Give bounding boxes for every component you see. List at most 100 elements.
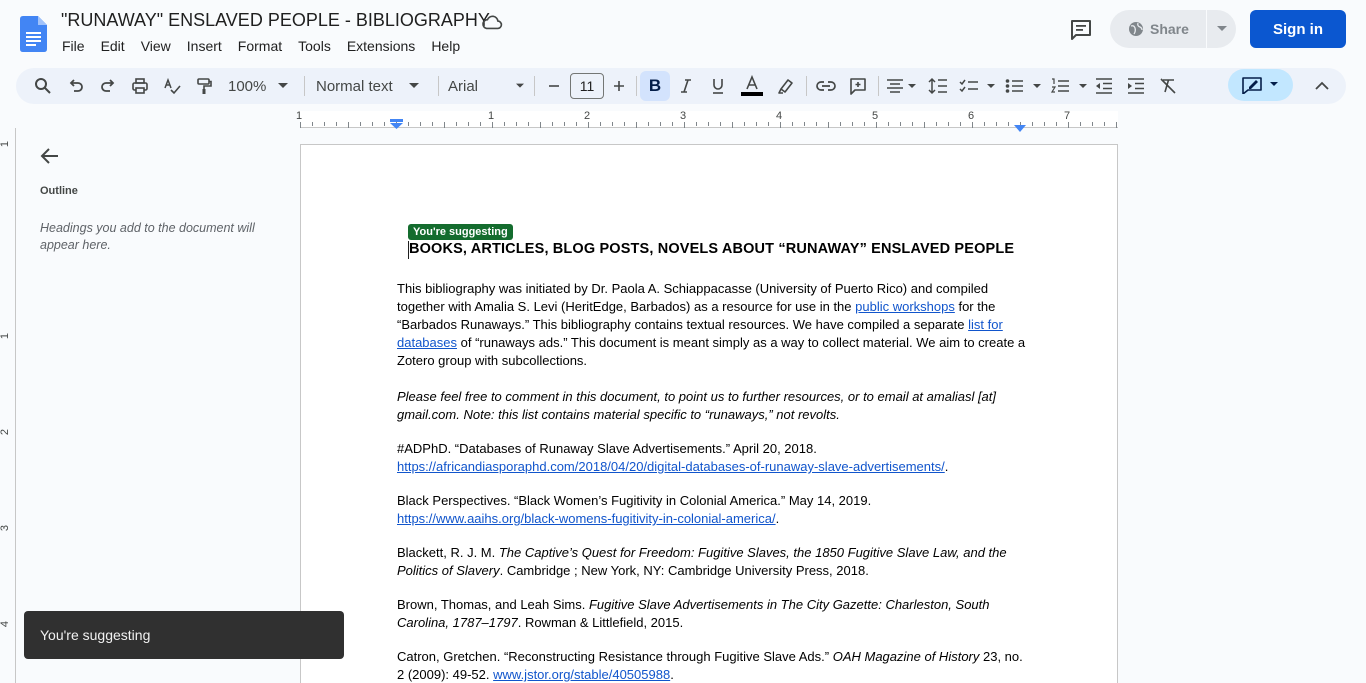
ruler-tick — [528, 122, 529, 126]
font-chevron-down-icon — [516, 83, 524, 88]
note-paragraph[interactable]: Please feel free to comment in this docu… — [397, 388, 1027, 424]
ruler-tick — [720, 122, 721, 126]
menu-help[interactable]: Help — [423, 36, 468, 56]
ruler-tick — [1092, 122, 1093, 126]
align-icon[interactable] — [884, 74, 918, 98]
entry-title: OAH Magazine of History — [832, 649, 980, 664]
right-indent-marker-icon[interactable] — [1014, 119, 1026, 137]
paragraph-style-select[interactable]: Normal text — [316, 74, 432, 98]
ruler-tick — [1056, 122, 1057, 126]
insert-link-icon[interactable] — [814, 74, 838, 98]
ruler-tick — [984, 122, 985, 126]
bibliography-entry[interactable]: Brown, Thomas, and Leah Sims. Fugitive S… — [397, 596, 1027, 632]
italic-icon[interactable] — [674, 74, 698, 98]
toolbar-divider — [534, 76, 535, 96]
menu-file[interactable]: File — [54, 36, 93, 56]
font-size-input[interactable]: 11 — [570, 73, 604, 99]
redo-icon[interactable] — [96, 74, 120, 98]
paragraph-style-value: Normal text — [316, 77, 393, 95]
increase-indent-icon[interactable] — [1124, 74, 1148, 98]
close-outline-arrow-left-icon[interactable] — [38, 144, 62, 168]
share-main[interactable]: Share — [1110, 10, 1206, 48]
font-select[interactable]: Arial — [448, 74, 524, 98]
ruler-label: 2 — [583, 110, 591, 122]
ruler-tick — [768, 122, 769, 126]
checklist-icon[interactable] — [958, 74, 998, 98]
horizontal-ruler[interactable]: 1 1 2 3 4 5 6 7 — [0, 110, 1366, 132]
menu-insert[interactable]: Insert — [179, 36, 230, 56]
zoom-select[interactable]: 100% — [228, 74, 292, 98]
outline-title: Outline — [40, 185, 78, 197]
ruler-tick — [576, 122, 577, 126]
intro-paragraph[interactable]: This bibliography was initiated by Dr. P… — [397, 280, 1027, 370]
cloud-saved-icon[interactable] — [481, 12, 503, 32]
entry-author: Catron, Gretchen. “Reconstructing Resist… — [397, 649, 833, 664]
vruler-label: 1 — [0, 140, 12, 148]
entry-end: . — [775, 511, 780, 526]
entry-text: Black Perspectives. “Black Women’s Fugit… — [397, 493, 872, 508]
entry-link[interactable]: www.jstor.org/stable/40505988 — [493, 667, 670, 682]
bibliography-entry[interactable]: Blackett, R. J. M. The Captive’s Quest f… — [397, 544, 1027, 580]
hide-menus-chevron-up-icon[interactable] — [1310, 74, 1334, 98]
spellcheck-icon[interactable] — [160, 74, 184, 98]
ruler-tick — [708, 122, 709, 126]
menu-view[interactable]: View — [133, 36, 179, 56]
bold-button[interactable]: B — [640, 71, 670, 101]
ruler-tick — [636, 122, 637, 128]
ruler-label: 7 — [1063, 110, 1071, 122]
document-heading[interactable]: BOOKS, ARTICLES, BLOG POSTS, NOVELS ABOU… — [409, 241, 1014, 257]
text-color-icon[interactable] — [738, 74, 766, 98]
ruler-tick — [684, 122, 685, 128]
underline-icon[interactable] — [706, 74, 730, 98]
ruler-tick — [732, 122, 733, 128]
public-workshops-link[interactable]: public workshops — [855, 299, 955, 314]
menu-tools[interactable]: Tools — [290, 36, 339, 56]
ruler-label: 5 — [871, 110, 879, 122]
toolbar-divider — [438, 76, 439, 96]
increase-font-size-icon[interactable] — [609, 74, 629, 98]
highlight-color-icon[interactable] — [774, 74, 798, 98]
zoom-value: 100% — [228, 77, 267, 95]
menu-bar: File Edit View Insert Format Tools Exten… — [54, 36, 468, 56]
globe-icon — [1129, 22, 1143, 36]
bibliography-entry[interactable]: Black Perspectives. “Black Women’s Fugit… — [397, 492, 1027, 528]
ruler-tick — [1104, 122, 1105, 126]
bibliography-entry[interactable]: Catron, Gretchen. “Reconstructing Resist… — [397, 648, 1027, 683]
document-title[interactable]: "RUNAWAY" ENSLAVED PEOPLE - BIBLIOGRAPHY — [61, 10, 490, 31]
bulleted-list-icon[interactable] — [1004, 74, 1044, 98]
share-dropdown-icon[interactable] — [1207, 10, 1236, 48]
style-chevron-down-icon — [408, 83, 419, 88]
entry-link[interactable]: https://www.aaihs.org/black-womens-fugit… — [397, 511, 776, 526]
decrease-indent-icon[interactable] — [1092, 74, 1116, 98]
comments-icon[interactable] — [1069, 18, 1093, 42]
share-label: Share — [1150, 21, 1189, 37]
share-button[interactable]: Share — [1110, 10, 1236, 48]
ruler-tick — [420, 122, 421, 126]
add-comment-icon[interactable] — [846, 74, 870, 98]
clear-formatting-icon[interactable] — [1156, 74, 1180, 98]
sign-in-button[interactable]: Sign in — [1250, 10, 1346, 48]
docs-logo-icon[interactable] — [20, 16, 47, 52]
left-indent-marker-icon[interactable] — [390, 116, 403, 134]
vertical-ruler[interactable]: 1 1 2 3 4 — [0, 128, 16, 683]
ruler-tick — [1080, 122, 1081, 126]
ruler-tick — [948, 122, 949, 126]
ruler-tick — [504, 122, 505, 126]
bibliography-entry[interactable]: #ADPhD. “Databases of Runaway Slave Adve… — [397, 440, 1027, 476]
paint-format-icon[interactable] — [192, 74, 216, 98]
entry-end: . — [670, 667, 674, 682]
menu-edit[interactable]: Edit — [93, 36, 133, 56]
print-icon[interactable] — [128, 74, 152, 98]
menu-extensions[interactable]: Extensions — [339, 36, 423, 56]
toolbar: 100% Normal text Arial 11 B — [16, 68, 1346, 104]
entry-link[interactable]: https://africandiasporaphd.com/2018/04/2… — [397, 459, 945, 474]
suggesting-mode-button[interactable] — [1228, 69, 1293, 101]
numbered-list-icon[interactable] — [1050, 74, 1090, 98]
line-spacing-icon[interactable] — [926, 74, 950, 98]
undo-icon[interactable] — [64, 74, 88, 98]
menu-format[interactable]: Format — [230, 36, 290, 56]
decrease-font-size-icon[interactable] — [544, 74, 564, 98]
toolbar-divider — [636, 76, 637, 96]
ruler-tick — [696, 122, 697, 126]
search-menus-icon[interactable] — [31, 74, 55, 98]
